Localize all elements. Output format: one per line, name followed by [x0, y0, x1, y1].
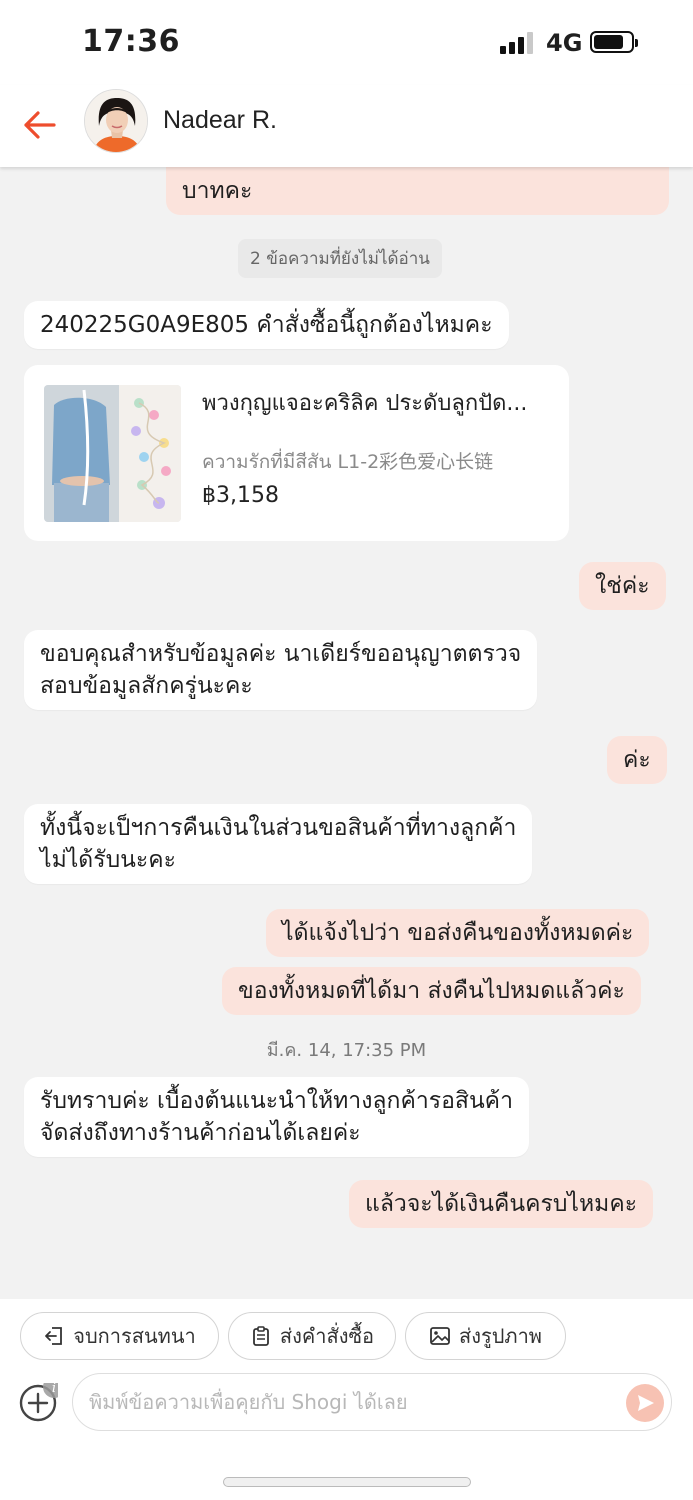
product-card[interactable]: พวงกุญแจอะคริลิค ประดับลูกปัด... ความรัก… [24, 365, 569, 541]
cellular-signal-icon [500, 30, 536, 54]
message-text: ขอบคุณสำหรับข้อมูลค่ะ นาเดียร์ขออนุญาตตร… [40, 641, 522, 667]
contact-name[interactable]: Nadear R. [163, 106, 277, 135]
end-chat-button[interactable]: จบการสนทนา [20, 1312, 219, 1360]
message-text: แล้วจะได้เงินคืนครบไหมคะ [365, 1191, 638, 1217]
product-variant: ความรักที่มีสีสัน L1-2彩色爱心长链 [202, 451, 494, 473]
outgoing-message: ของทั้งหมดที่ได้มา ส่งคืนไปหมดแล้วค่ะ [222, 967, 641, 1015]
send-image-label: ส่งรูปภาพ [458, 1324, 542, 1348]
message-text: ใช่ค่ะ [595, 573, 650, 599]
network-type: 4G [546, 29, 583, 57]
message-text: จัดส่งถึงทางร้านค้าก่อนได้เลยค่ะ [40, 1120, 361, 1146]
unread-divider: 2 ข้อความที่ยังไม่ได้อ่าน [238, 239, 442, 278]
send-image-button[interactable]: ส่งรูปภาพ [405, 1312, 566, 1360]
status-time: 17:36 [82, 24, 180, 59]
send-button[interactable] [626, 1384, 664, 1422]
incoming-message: 240225G0A9E805 คำสั่งซื้อนี้ถูกต้องไหมคะ [24, 301, 509, 349]
outgoing-message: บาทคะ [166, 167, 669, 215]
image-icon [430, 1327, 450, 1345]
composer-bar: จบการสนทนา ส่งคำสั่งซื้อ ส่งรูปภาพ i [0, 1299, 693, 1500]
message-text: ได้แจ้งไปว่า ขอส่งคืนของทั้งหมดค่ะ [282, 920, 634, 946]
clipboard-icon [253, 1326, 269, 1346]
incoming-message: ทั้งนี้จะเป็ฯการคืนเงินในส่วนขอสินค้าที่… [24, 804, 533, 884]
incoming-message: รับทราบค่ะ เบื้องต้นแนะนำให้ทางลูกค้ารอส… [24, 1077, 529, 1157]
message-text: ของทั้งหมดที่ได้มา ส่งคืนไปหมดแล้วค่ะ [238, 978, 625, 1004]
chat-messages[interactable]: บาทคะ 2 ข้อความที่ยังไม่ได้อ่าน 240225G0… [0, 167, 693, 1299]
status-bar: 17:36 4G [0, 0, 693, 85]
incoming-message: ขอบคุณสำหรับข้อมูลค่ะ นาเดียร์ขออนุญาตตร… [24, 630, 538, 710]
back-arrow-icon[interactable] [20, 105, 60, 145]
battery-icon [590, 31, 638, 53]
send-order-button[interactable]: ส่งคำสั่งซื้อ [228, 1312, 396, 1360]
outgoing-message: ได้แจ้งไปว่า ขอส่งคืนของทั้งหมดค่ะ [266, 909, 650, 957]
message-text: ทั้งนี้จะเป็ฯการคืนเงินในส่วนขอสินค้าที่… [40, 815, 517, 841]
exit-icon [45, 1327, 63, 1345]
message-text: ไม่ได้รับนะคะ [40, 847, 177, 873]
svg-text:i: i [52, 1383, 56, 1396]
message-text: รับทราบค่ะ เบื้องต้นแนะนำให้ทางลูกค้ารอส… [40, 1088, 513, 1114]
outgoing-message: แล้วจะได้เงินคืนครบไหมคะ [349, 1180, 654, 1228]
message-text: ค่ะ [623, 747, 651, 773]
add-attachment-icon[interactable]: i [18, 1383, 58, 1423]
message-text: 240225G0A9E805 คำสั่งซื้อนี้ถูกต้องไหมคะ [40, 312, 493, 338]
home-indicator [223, 1477, 471, 1487]
message-timestamp: มี.ค. 14, 17:35 PM [266, 1040, 427, 1061]
message-text: สอบข้อมูลสักครู่นะคะ [40, 673, 253, 699]
outgoing-message: ค่ะ [607, 736, 667, 784]
contact-avatar[interactable] [84, 89, 148, 153]
outgoing-message: ใช่ค่ะ [579, 562, 666, 610]
send-order-label: ส่งคำสั่งซื้อ [279, 1324, 375, 1348]
product-image [44, 385, 181, 522]
product-title: พวงกุญแจอะคริลิค ประดับลูกปัด... [202, 391, 528, 416]
product-price: ฿3,158 [202, 483, 279, 508]
battery-level [594, 35, 623, 49]
message-input[interactable] [89, 1384, 609, 1420]
message-input-box[interactable] [72, 1373, 672, 1431]
message-text: บาทคะ [182, 178, 253, 204]
chat-header: Nadear R. [0, 85, 693, 167]
end-chat-label: จบการสนทนา [73, 1324, 196, 1348]
send-icon [638, 1395, 654, 1411]
